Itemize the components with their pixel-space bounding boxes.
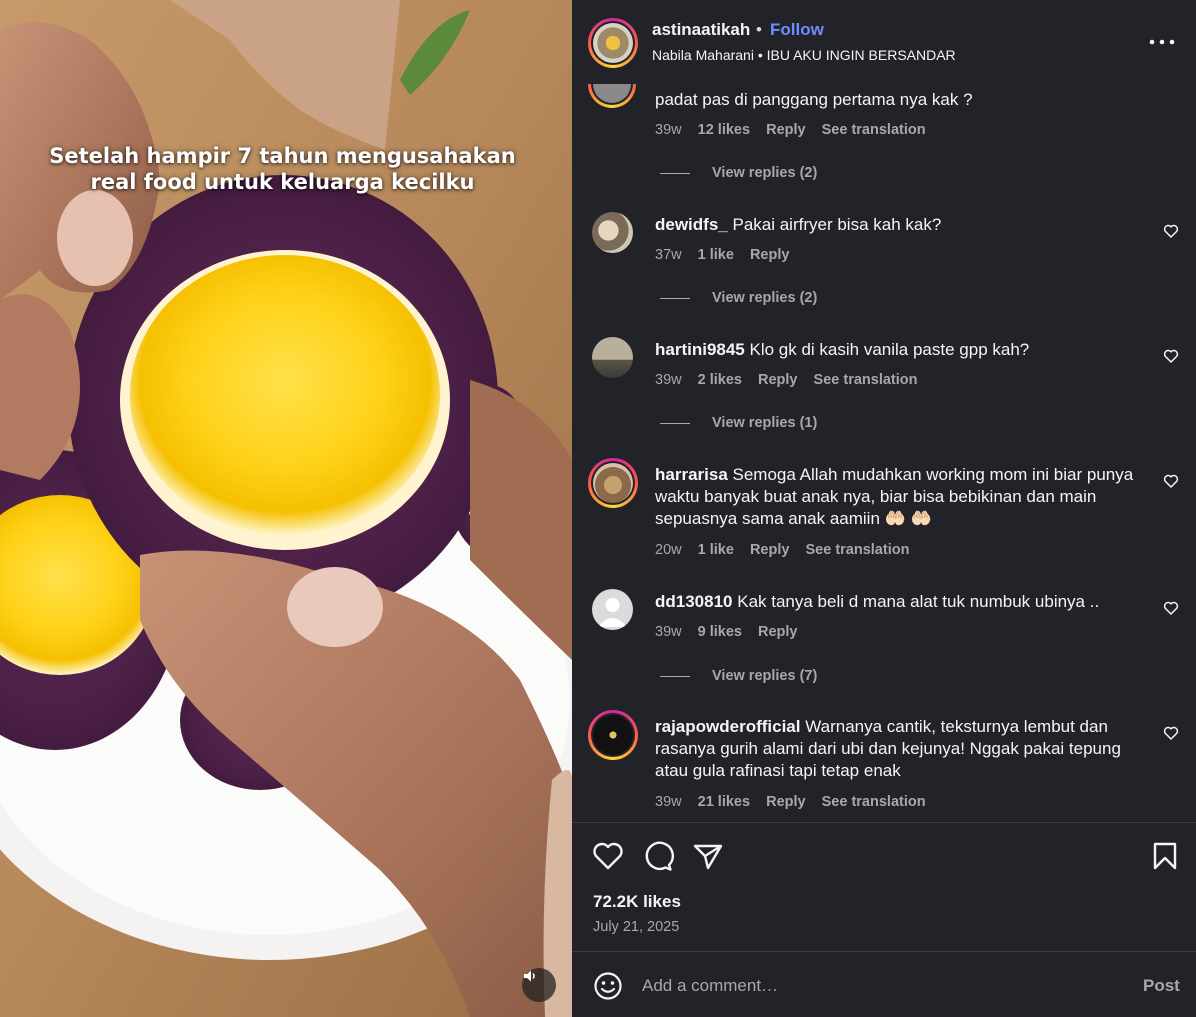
comment-body: Klo gk di kasih vanila paste gpp kah? xyxy=(749,340,1030,359)
heart-icon[interactable] xyxy=(1162,599,1180,617)
post-button[interactable]: Post xyxy=(1143,976,1180,996)
author-avatar[interactable] xyxy=(588,18,638,68)
replies-line xyxy=(660,675,690,677)
commenter-username[interactable]: dewidfs_ xyxy=(655,215,728,234)
comment-meta: 39w 9 likes Reply xyxy=(655,624,810,640)
heart-icon[interactable] xyxy=(1162,724,1180,742)
follow-button[interactable]: Follow xyxy=(770,20,824,40)
default-avatar-icon xyxy=(598,598,627,627)
comment-text: hartini9845 Klo gk di kasih vanila paste… xyxy=(655,339,1150,361)
send-icon[interactable] xyxy=(692,841,724,871)
comment-body: Pakai airfryer bisa kah kak? xyxy=(732,215,942,234)
view-replies-button[interactable]: View replies (7) xyxy=(660,668,817,684)
mute-button[interactable] xyxy=(522,968,556,1002)
reply-button[interactable]: Reply xyxy=(750,542,790,558)
reply-button[interactable]: Reply xyxy=(758,624,798,640)
commenter-username[interactable]: dd130810 xyxy=(655,592,733,611)
comment-likes[interactable]: 1 like xyxy=(698,247,734,263)
video-caption: Setelah hampir 7 tahun mengusahakan real… xyxy=(0,143,565,195)
heart-icon[interactable] xyxy=(592,841,624,871)
comment-meta: 20w 1 like Reply See translation xyxy=(655,542,921,558)
replies-line xyxy=(660,422,690,424)
comment-meta: 37w 1 like Reply xyxy=(655,247,801,263)
commenter-avatar[interactable] xyxy=(592,337,633,378)
comment-time: 37w xyxy=(655,247,682,263)
commenter-avatar[interactable] xyxy=(588,84,636,108)
replies-line xyxy=(660,297,690,299)
comment-text: rajapowderofficial Warnanya cantik, teks… xyxy=(655,716,1150,782)
view-replies-button[interactable]: View replies (2) xyxy=(660,165,817,181)
see-translation-button[interactable]: See translation xyxy=(805,542,909,558)
comment-meta: 39w 21 likes Reply See translation xyxy=(655,794,938,810)
reply-button[interactable]: Reply xyxy=(750,247,790,263)
comment-likes[interactable]: 12 likes xyxy=(698,122,750,138)
see-translation-button[interactable]: See translation xyxy=(822,794,926,810)
comments-list[interactable]: padat pas di panggang pertama nya kak ? … xyxy=(572,84,1196,822)
replies-line xyxy=(660,172,690,174)
comment-text: harrarisa Semoga Allah mudahkan working … xyxy=(655,464,1150,530)
reply-button[interactable]: Reply xyxy=(766,122,806,138)
more-horizontal-icon[interactable] xyxy=(1144,30,1180,54)
separator-dot: • xyxy=(756,20,762,39)
comment-time: 39w xyxy=(655,372,682,388)
view-replies-label: View replies (2) xyxy=(712,165,818,181)
view-replies-label: View replies (2) xyxy=(712,290,818,306)
heart-icon[interactable] xyxy=(1162,472,1180,490)
likes-count[interactable]: 72.2K likes xyxy=(593,892,681,912)
see-translation-button[interactable]: See translation xyxy=(814,372,918,388)
post-header: astinaatikah • Follow Nabila Maharani • … xyxy=(572,0,1196,84)
heart-icon[interactable] xyxy=(1162,347,1180,365)
comment-input[interactable] xyxy=(642,972,1122,1000)
comment-text: padat pas di panggang pertama nya kak ? xyxy=(655,90,973,109)
comment-icon[interactable] xyxy=(642,841,674,871)
post-date: July 21, 2025 xyxy=(593,919,680,935)
comment-meta: 39w 12 likes Reply See translation xyxy=(655,122,938,138)
commenter-username[interactable]: hartini9845 xyxy=(655,340,745,359)
heart-icon[interactable] xyxy=(1162,222,1180,240)
author-username[interactable]: astinaatikah xyxy=(652,20,750,40)
smiley-icon[interactable] xyxy=(593,971,623,1001)
commenter-username[interactable]: rajapowderofficial xyxy=(655,717,800,736)
comment-likes[interactable]: 2 likes xyxy=(698,372,742,388)
comment-composer: Post xyxy=(572,952,1196,1017)
bookmark-icon[interactable] xyxy=(1150,841,1180,871)
commenter-avatar[interactable] xyxy=(588,710,638,760)
comment-time: 39w xyxy=(655,794,682,810)
caption-line-1: Setelah hampir 7 tahun mengusahakan xyxy=(49,144,516,168)
comment-likes[interactable]: 9 likes xyxy=(698,624,742,640)
commenter-avatar[interactable] xyxy=(592,589,633,630)
actions-divider xyxy=(572,822,1196,823)
view-replies-label: View replies (1) xyxy=(712,415,818,431)
see-translation-button[interactable]: See translation xyxy=(822,122,926,138)
comment-meta: 39w 2 likes Reply See translation xyxy=(655,372,930,388)
comment-text: dd130810 Kak tanya beli d mana alat tuk … xyxy=(655,591,1150,613)
comment-time: 20w xyxy=(655,542,682,558)
comment-time: 39w xyxy=(655,122,682,138)
audio-track[interactable]: Nabila Maharani • IBU AKU INGIN BERSANDA… xyxy=(652,47,956,63)
comment-likes[interactable]: 1 like xyxy=(698,542,734,558)
post-details-panel: astinaatikah • Follow Nabila Maharani • … xyxy=(572,0,1196,1017)
comment-likes[interactable]: 21 likes xyxy=(698,794,750,810)
comment-body: Kak tanya beli d mana alat tuk numbuk ub… xyxy=(737,592,1100,611)
comment-time: 39w xyxy=(655,624,682,640)
post-media[interactable]: Setelah hampir 7 tahun mengusahakan real… xyxy=(0,0,572,1017)
commenter-avatar[interactable] xyxy=(592,212,633,253)
commenter-username[interactable]: harrarisa xyxy=(655,465,728,484)
view-replies-button[interactable]: View replies (2) xyxy=(660,290,817,306)
reply-button[interactable]: Reply xyxy=(766,794,806,810)
commenter-avatar[interactable] xyxy=(588,458,638,508)
caption-line-2: real food untuk keluarga kecilku xyxy=(90,170,475,194)
view-replies-button[interactable]: View replies (1) xyxy=(660,415,817,431)
comment-text: dewidfs_ Pakai airfryer bisa kah kak? xyxy=(655,214,1150,236)
view-replies-label: View replies (7) xyxy=(712,668,818,684)
reply-button[interactable]: Reply xyxy=(758,372,798,388)
speaker-icon xyxy=(524,970,535,982)
